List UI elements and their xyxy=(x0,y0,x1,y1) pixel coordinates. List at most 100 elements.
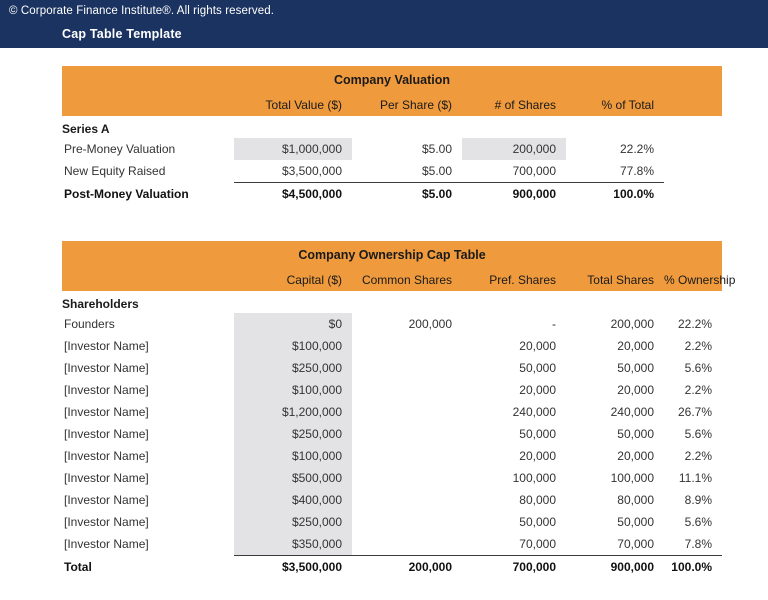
cap-total-capital: $3,500,000 xyxy=(234,555,352,579)
shareholder-pct-ownership-6: 2.2% xyxy=(664,445,722,467)
table-row: [Investor Name]$250,00050,00050,0005.6% xyxy=(62,511,722,533)
shareholder-pct-ownership-7: 11.1% xyxy=(664,467,722,489)
shareholder-pct-ownership-3: 2.2% xyxy=(664,379,722,401)
shareholder-common-shares-9 xyxy=(352,511,462,533)
shareholder-capital-input-8[interactable]: $400,000 xyxy=(234,489,352,511)
company-ownership-cap-table: Company Ownership Cap Table Capital ($) … xyxy=(62,241,722,579)
shareholder-total-shares-2: 50,000 xyxy=(566,357,664,379)
post-money-total-value: $4,500,000 xyxy=(234,182,352,206)
shareholder-name-4: [Investor Name] xyxy=(62,401,234,423)
table-row: [Investor Name]$350,00070,00070,0007.8% xyxy=(62,533,722,555)
company-valuation-table: Company Valuation Total Value ($) Per Sh… xyxy=(62,66,722,206)
pre-money-pct: 22.2% xyxy=(566,138,664,160)
table-row: Pre-Money Valuation $1,000,000 $5.00 200… xyxy=(62,138,722,160)
shareholder-pref-shares-9: 50,000 xyxy=(462,511,566,533)
shareholder-common-shares-6 xyxy=(352,445,462,467)
shareholder-name-10: [Investor Name] xyxy=(62,533,234,555)
shareholder-pct-ownership-8: 8.9% xyxy=(664,489,722,511)
shareholder-total-shares-5: 50,000 xyxy=(566,423,664,445)
shareholder-capital-input-4[interactable]: $1,200,000 xyxy=(234,401,352,423)
valuation-header-pct: % of Total xyxy=(566,94,664,116)
valuation-section-label: Series A xyxy=(62,116,722,138)
row-label-pre-money: Pre-Money Valuation xyxy=(62,138,234,160)
post-money-total-row: Post-Money Valuation $4,500,000 $5.00 90… xyxy=(62,182,722,206)
shareholder-capital-input-6[interactable]: $100,000 xyxy=(234,445,352,467)
table-row: [Investor Name]$100,00020,00020,0002.2% xyxy=(62,335,722,357)
table-row: [Investor Name]$250,00050,00050,0005.6% xyxy=(62,423,722,445)
cap-banner-row: Company Ownership Cap Table xyxy=(62,241,722,269)
shareholder-pref-shares-1: 20,000 xyxy=(462,335,566,357)
shareholder-common-shares-5 xyxy=(352,423,462,445)
shareholder-common-shares-7 xyxy=(352,467,462,489)
shareholder-pref-shares-2: 50,000 xyxy=(462,357,566,379)
cap-section-label: Shareholders xyxy=(62,291,722,313)
table-row: New Equity Raised $3,500,000 $5.00 700,0… xyxy=(62,160,722,182)
cap-header-capital: Capital ($) xyxy=(234,269,352,291)
cap-header-blank xyxy=(62,269,234,291)
shareholder-capital-input-7[interactable]: $500,000 xyxy=(234,467,352,489)
shareholder-name-9: [Investor Name] xyxy=(62,511,234,533)
cap-banner-title: Company Ownership Cap Table xyxy=(62,241,722,269)
valuation-header-per-share: Per Share ($) xyxy=(352,94,462,116)
shareholder-pref-shares-0: - xyxy=(462,313,566,335)
valuation-header-blank xyxy=(62,94,234,116)
pre-money-total-value-input[interactable]: $1,000,000 xyxy=(234,138,352,160)
shareholder-pref-shares-7: 100,000 xyxy=(462,467,566,489)
shareholder-name-3: [Investor Name] xyxy=(62,379,234,401)
shareholder-pref-shares-4: 240,000 xyxy=(462,401,566,423)
shareholder-capital-input-10[interactable]: $350,000 xyxy=(234,533,352,555)
new-equity-total-value: $3,500,000 xyxy=(234,160,352,182)
shareholder-name-0: Founders xyxy=(62,313,234,335)
shareholder-pref-shares-8: 80,000 xyxy=(462,489,566,511)
valuation-section-row: Series A xyxy=(62,116,722,138)
shareholder-pref-shares-6: 20,000 xyxy=(462,445,566,467)
row-label-new-equity: New Equity Raised xyxy=(62,160,234,182)
shareholder-pct-ownership-2: 5.6% xyxy=(664,357,722,379)
valuation-header-total-value: Total Value ($) xyxy=(234,94,352,116)
cap-section-row: Shareholders xyxy=(62,291,722,313)
post-money-shares: 900,000 xyxy=(462,182,566,206)
page-title: Cap Table Template xyxy=(62,27,182,41)
table-row: [Investor Name]$400,00080,00080,0008.9% xyxy=(62,489,722,511)
post-money-pct: 100.0% xyxy=(566,182,664,206)
shareholder-common-shares-10 xyxy=(352,533,462,555)
shareholder-name-2: [Investor Name] xyxy=(62,357,234,379)
shareholder-capital-input-3[interactable]: $100,000 xyxy=(234,379,352,401)
valuation-header-pad xyxy=(664,94,722,116)
shareholder-total-shares-3: 20,000 xyxy=(566,379,664,401)
valuation-banner-row: Company Valuation xyxy=(62,66,722,94)
cap-total-row: Total $3,500,000 200,000 700,000 900,000… xyxy=(62,555,722,579)
table-row: [Investor Name]$1,200,000240,000240,0002… xyxy=(62,401,722,423)
shareholder-total-shares-8: 80,000 xyxy=(566,489,664,511)
shareholder-capital-input-0[interactable]: $0 xyxy=(234,313,352,335)
row-pad xyxy=(664,160,722,182)
shareholder-pct-ownership-0: 22.2% xyxy=(664,313,722,335)
new-equity-shares: 700,000 xyxy=(462,160,566,182)
table-row: [Investor Name]$500,000100,000100,00011.… xyxy=(62,467,722,489)
shareholder-pref-shares-5: 50,000 xyxy=(462,423,566,445)
shareholder-capital-input-1[interactable]: $100,000 xyxy=(234,335,352,357)
pre-money-shares-input[interactable]: 200,000 xyxy=(462,138,566,160)
header-band: © Corporate Finance Institute®. All righ… xyxy=(0,0,768,48)
cap-total-pct: 100.0% xyxy=(664,555,722,579)
shareholder-common-shares-2 xyxy=(352,357,462,379)
row-label-total: Total xyxy=(62,555,234,579)
valuation-column-header-row: Total Value ($) Per Share ($) # of Share… xyxy=(62,94,722,116)
cap-total-total: 900,000 xyxy=(566,555,664,579)
valuation-header-shares: # of Shares xyxy=(462,94,566,116)
shareholder-capital-input-2[interactable]: $250,000 xyxy=(234,357,352,379)
shareholder-capital-input-5[interactable]: $250,000 xyxy=(234,423,352,445)
table-row: [Investor Name]$250,00050,00050,0005.6% xyxy=(62,357,722,379)
new-equity-per-share: $5.00 xyxy=(352,160,462,182)
shareholder-total-shares-0: 200,000 xyxy=(566,313,664,335)
shareholder-common-shares-4 xyxy=(352,401,462,423)
row-pad xyxy=(664,182,722,206)
shareholder-name-7: [Investor Name] xyxy=(62,467,234,489)
valuation-banner-title: Company Valuation xyxy=(62,66,722,94)
shareholder-name-1: [Investor Name] xyxy=(62,335,234,357)
shareholder-common-shares-3 xyxy=(352,379,462,401)
table-row: Founders$0200,000-200,00022.2% xyxy=(62,313,722,335)
shareholder-capital-input-9[interactable]: $250,000 xyxy=(234,511,352,533)
shareholder-total-shares-7: 100,000 xyxy=(566,467,664,489)
cap-column-header-row: Capital ($) Common Shares Pref. Shares T… xyxy=(62,269,722,291)
